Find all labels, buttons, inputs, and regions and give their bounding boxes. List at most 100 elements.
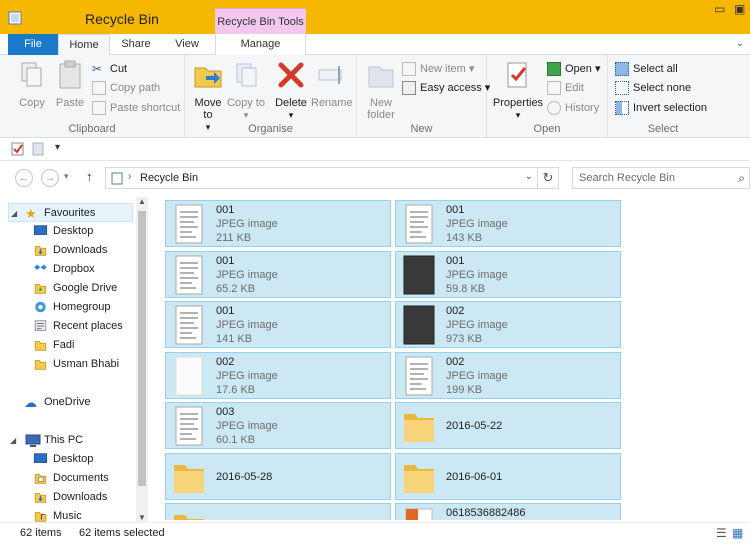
status-bar: 62 items 62 items selected ☰ ▦ xyxy=(0,522,750,549)
new-folder-small-icon[interactable] xyxy=(31,142,45,156)
paste-shortcut-button[interactable]: Paste shortcut xyxy=(92,99,180,117)
move-to-label: Move to xyxy=(194,97,222,121)
open-button[interactable]: Open ▾ xyxy=(547,60,601,78)
nav-item-label: Fadi xyxy=(53,339,75,351)
file-size: 973 KB xyxy=(446,333,483,345)
folder-tile[interactable]: 2016-05-22 xyxy=(395,402,621,449)
copy-path-button[interactable]: Copy path xyxy=(92,79,160,97)
folder-tile[interactable]: 2016-06-01 xyxy=(395,452,621,500)
group-clipboard: Copy Paste ✂ Cut Copy path Paste shortcut… xyxy=(0,55,185,138)
nav-scroll-thumb[interactable] xyxy=(138,211,146,486)
folder-tile[interactable]: 2016-05-28 xyxy=(165,452,391,500)
file-size: 59.8 KB xyxy=(446,282,486,295)
properties-button[interactable]: Properties ▾ xyxy=(490,59,546,121)
paste-shortcut-icon xyxy=(92,101,106,116)
file-tile[interactable]: 003 JPEG image 60.1 KB xyxy=(165,402,391,449)
breadcrumb-recycle-bin[interactable]: Recycle Bin xyxy=(140,172,198,184)
details-view-icon[interactable]: ☰ xyxy=(716,526,727,540)
office-document-icon xyxy=(405,508,433,520)
tab-home[interactable]: Home xyxy=(58,34,110,56)
folder-tile[interactable] xyxy=(165,503,391,520)
file-tile[interactable]: 001 JPEG image 211 KB xyxy=(165,200,391,247)
nav-item-label: Recent places xyxy=(53,320,123,332)
copy-to-button[interactable]: Copy to ▾ xyxy=(227,59,265,121)
properties-small-icon[interactable] xyxy=(11,142,25,156)
address-dropdown-icon[interactable]: ⌄ xyxy=(525,171,533,182)
selected-count: 62 items selected xyxy=(79,527,165,539)
image-thumbnail-icon xyxy=(403,255,435,294)
open-label: Open xyxy=(565,63,592,75)
tab-manage[interactable]: Manage xyxy=(215,34,306,55)
invert-selection-label: Invert selection xyxy=(633,102,707,114)
search-icon[interactable]: ⌕ xyxy=(738,171,745,186)
move-to-icon xyxy=(194,67,222,88)
file-tile[interactable]: 001 JPEG image 59.8 KB xyxy=(395,250,621,298)
paste-icon xyxy=(59,60,81,89)
file-tile[interactable]: 002 JPEG image 199 KB xyxy=(395,351,621,399)
rename-label: Rename xyxy=(311,97,353,109)
refresh-button[interactable]: ↻ xyxy=(537,167,559,189)
restore-icon[interactable]: ▣ xyxy=(734,2,745,16)
search-box[interactable]: Search Recycle Bin ⌕ xyxy=(572,167,750,189)
up-arrow-icon[interactable]: ↑ xyxy=(86,169,93,184)
chevron-right-icon[interactable]: › xyxy=(128,171,131,182)
tiles-view-icon[interactable]: ▦ xyxy=(732,526,743,540)
invert-selection-button[interactable]: Invert selection xyxy=(615,99,707,117)
select-none-button[interactable]: Select none xyxy=(615,79,691,97)
paste-button[interactable]: Paste xyxy=(52,59,88,109)
scroll-down-icon[interactable]: ▼ xyxy=(138,513,146,522)
file-tile[interactable]: 0618536882486 xyxy=(395,503,621,520)
recycle-bin-icon[interactable] xyxy=(7,9,23,25)
copy-button[interactable]: Copy xyxy=(12,59,52,109)
folder-icon xyxy=(174,464,204,493)
minimize-icon[interactable]: ▭ xyxy=(714,2,725,16)
rename-button[interactable]: Rename xyxy=(311,59,353,109)
group-select: Select all Select none Invert selection … xyxy=(608,55,718,138)
image-thumbnail-icon xyxy=(403,305,435,345)
cut-button[interactable]: ✂ Cut xyxy=(92,60,127,78)
nav-scrollbar[interactable]: ▲ ▼ xyxy=(136,197,148,522)
address-row: ← → ▾ ↑ › Recycle Bin ⌄ ↻ Search Recycle… xyxy=(0,161,750,195)
select-all-button[interactable]: Select all xyxy=(615,60,678,78)
expand-arrow-icon[interactable]: ◢ xyxy=(10,431,16,450)
chevron-down-icon[interactable]: ⌄ xyxy=(736,38,744,49)
customize-toolbar-icon[interactable]: ▾ xyxy=(55,142,60,153)
easy-access-button[interactable]: Easy access ▾ xyxy=(402,79,490,97)
file-tile[interactable]: 002 JPEG image 17.6 KB xyxy=(165,351,391,399)
ribbon: Copy Paste ✂ Cut Copy path Paste shortcut… xyxy=(0,55,750,138)
file-tile[interactable]: 001 JPEG image 65.2 KB xyxy=(165,250,391,298)
new-folder-label: New folder xyxy=(367,97,395,121)
address-bar[interactable]: › Recycle Bin ⌄ xyxy=(105,167,538,189)
homegroup-icon xyxy=(35,301,46,313)
nav-favourites[interactable]: ◢ ★ Favourites xyxy=(8,203,133,222)
image-thumbnail-icon xyxy=(175,305,203,345)
file-tile[interactable]: 001 JPEG image 141 KB xyxy=(165,301,391,348)
move-to-button[interactable]: Move to ▾ xyxy=(189,59,227,133)
file-view: 001 JPEG image 211 KB 001 JPEG image 143 KB 00… xyxy=(150,195,750,520)
copy-to-label: Copy to xyxy=(227,97,265,109)
back-button[interactable]: ← xyxy=(15,169,33,187)
image-thumbnail-icon xyxy=(175,406,203,446)
select-all-icon xyxy=(615,62,629,77)
file-type: JPEG image xyxy=(216,319,278,331)
tab-share[interactable]: Share xyxy=(112,34,160,55)
new-folder-button[interactable]: New folder xyxy=(361,59,401,121)
scroll-up-icon[interactable]: ▲ xyxy=(138,197,146,206)
copy-path-label: Copy path xyxy=(110,82,161,94)
tab-file[interactable]: File xyxy=(8,34,58,55)
file-tile[interactable]: 001 JPEG image 143 KB xyxy=(395,200,621,247)
new-item-label: New item xyxy=(420,63,466,75)
new-item-button[interactable]: New item ▾ xyxy=(402,60,474,78)
computer-icon xyxy=(25,434,41,447)
delete-button[interactable]: Delete ▾ xyxy=(271,59,311,121)
forward-button[interactable]: → xyxy=(41,169,59,187)
nav-item-label: Homegroup xyxy=(53,301,111,313)
history-button[interactable]: History xyxy=(547,99,599,117)
recent-locations-icon[interactable]: ▾ xyxy=(64,171,69,182)
nav-item-label: Desktop xyxy=(53,225,94,237)
tab-view[interactable]: View xyxy=(164,34,210,55)
nav-favourites-label: Favourites xyxy=(44,207,96,219)
expand-arrow-icon[interactable]: ◢ xyxy=(11,204,17,223)
file-tile[interactable]: 002 JPEG image 973 KB xyxy=(395,301,621,348)
edit-button[interactable]: Edit xyxy=(547,79,584,97)
